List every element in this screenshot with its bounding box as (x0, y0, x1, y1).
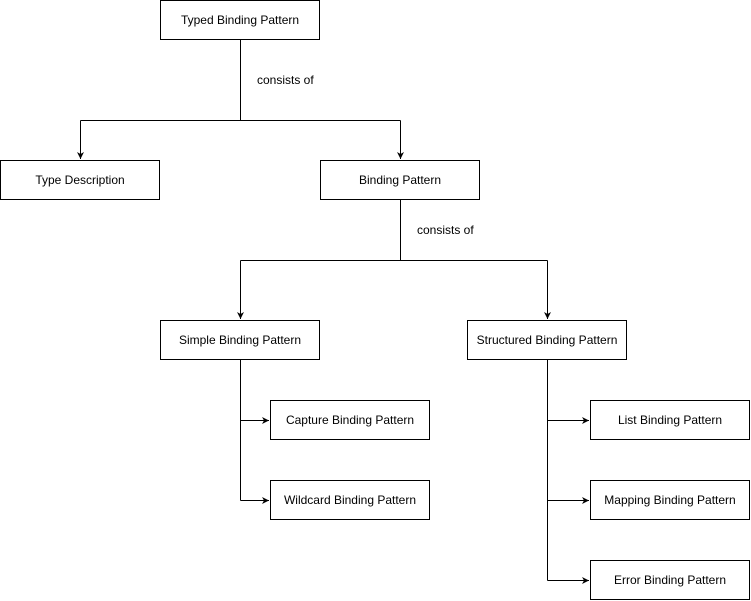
node-label: Binding Pattern (358, 173, 442, 187)
edge-label-consists-of: consists of (417, 223, 474, 237)
node-simple-binding-pattern[interactable]: Simple Binding Pattern (160, 320, 320, 360)
node-structured-binding-pattern[interactable]: Structured Binding Pattern (467, 320, 627, 360)
node-label: Error Binding Pattern (613, 573, 727, 587)
node-label: Mapping Binding Pattern (604, 493, 736, 507)
edge-typed-trunk (80, 40, 401, 121)
node-label: List Binding Pattern (617, 413, 723, 427)
node-binding-pattern[interactable]: Binding Pattern (320, 160, 480, 200)
node-type-description[interactable]: Type Description (0, 160, 160, 200)
node-wildcard-binding-pattern[interactable]: Wildcard Binding Pattern (270, 480, 430, 520)
node-label: Typed Binding Pattern (180, 13, 300, 27)
node-capture-binding-pattern[interactable]: Capture Binding Pattern (270, 400, 430, 440)
diagram-canvas: Typed Binding Pattern Type Description B… (0, 0, 751, 601)
node-mapping-binding-pattern[interactable]: Mapping Binding Pattern (590, 480, 750, 520)
node-typed-binding-pattern[interactable]: Typed Binding Pattern (160, 0, 320, 40)
node-label: Structured Binding Pattern (476, 333, 618, 347)
node-list-binding-pattern[interactable]: List Binding Pattern (590, 400, 750, 440)
node-label: Type Description (35, 173, 125, 187)
node-label: Capture Binding Pattern (285, 413, 415, 427)
edge-label-consists-of: consists of (257, 73, 314, 87)
node-label: Wildcard Binding Pattern (283, 493, 417, 507)
edge-binding-trunk (240, 200, 548, 261)
node-error-binding-pattern[interactable]: Error Binding Pattern (590, 560, 750, 600)
node-label: Simple Binding Pattern (178, 333, 302, 347)
